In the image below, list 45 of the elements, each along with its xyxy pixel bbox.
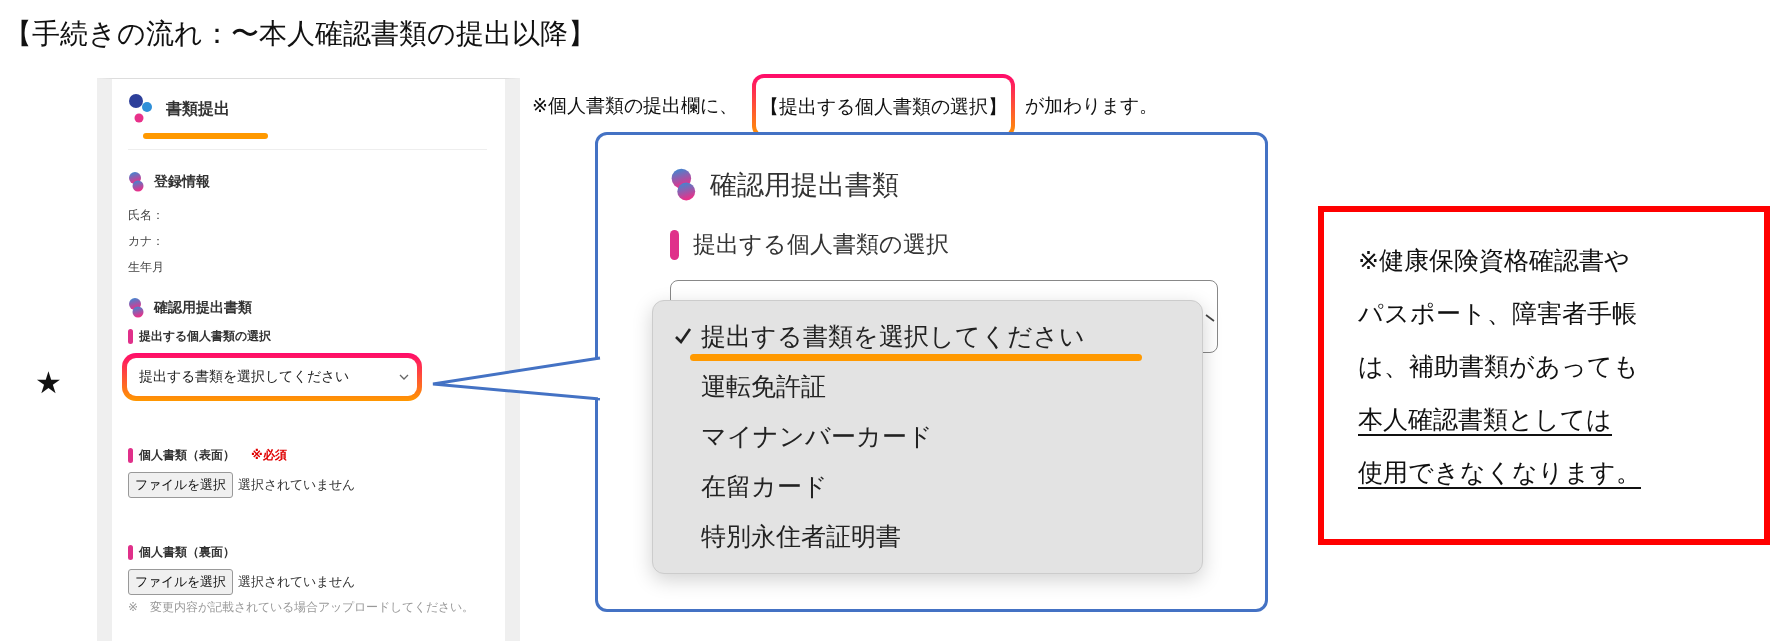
field-label: 個人書類（裏面）	[139, 544, 235, 561]
file-button[interactable]: ファイルを選択	[128, 472, 233, 498]
section-heading: 登録情報	[154, 173, 210, 191]
warning-text: ※健康保険資格確認書や	[1358, 245, 1630, 277]
file-button[interactable]: ファイルを選択	[128, 569, 233, 595]
note-text: が加わります。	[1024, 93, 1158, 118]
dropdown-option[interactable]: 特別永住者証明書	[673, 511, 1202, 561]
dropdown-option[interactable]: 在留カード	[673, 461, 1202, 511]
field-label: 提出する個人書類の選択	[139, 328, 271, 345]
note-text: ※個人書類の提出欄に、	[532, 93, 738, 118]
warning-text: は、補助書類があっても	[1358, 351, 1639, 383]
document-select[interactable]: 提出する書類を選択してください	[127, 358, 417, 396]
file-status: 選択されていません	[238, 476, 355, 494]
page-title: 【手続きの流れ：〜本人確認書類の提出以降】	[3, 16, 596, 52]
file-status: 選択されていません	[238, 573, 355, 591]
field-label: 氏名：	[128, 207, 164, 224]
dropdown-option[interactable]: 提出する書類を選択してください	[673, 311, 1202, 361]
label-bar	[128, 329, 133, 344]
logo-icon	[128, 94, 154, 124]
chevron-icon	[399, 373, 409, 381]
field-label: 提出する個人書類の選択	[693, 230, 949, 259]
section-icon	[128, 172, 144, 192]
label-bar	[128, 448, 133, 463]
field-label: 生年月	[128, 259, 164, 276]
star-mark: ★	[35, 366, 62, 400]
chevron-icon	[1205, 311, 1215, 322]
section-heading: 確認用提出書類	[154, 299, 252, 317]
warning-text: パスポート、障害者手帳	[1358, 298, 1637, 330]
field-label: 個人書類（表面）	[139, 447, 235, 464]
field-label: カナ：	[128, 233, 164, 250]
hint-text: ※ 変更内容が記載されている場合アップロードしてください。	[128, 599, 476, 616]
label-bar	[128, 545, 133, 560]
form-title: 書類提出	[166, 98, 230, 120]
section-icon	[670, 168, 696, 202]
check-icon	[673, 326, 693, 346]
select-value: 提出する書類を選択してください	[139, 368, 349, 386]
section-icon	[128, 298, 144, 318]
dropdown-option[interactable]: マイナンバーカード	[673, 411, 1202, 461]
dropdown-option[interactable]: 運転免許証	[673, 361, 1202, 411]
warning-text: 本人確認書類としては	[1358, 404, 1612, 436]
highlighted-text: 【提出する個人書類の選択】	[755, 78, 1011, 134]
section-heading: 確認用提出書類	[710, 168, 899, 202]
label-bar	[670, 229, 679, 260]
warning-text: 使用できなくなります。	[1358, 457, 1641, 489]
required-label: ※必須	[251, 447, 287, 464]
